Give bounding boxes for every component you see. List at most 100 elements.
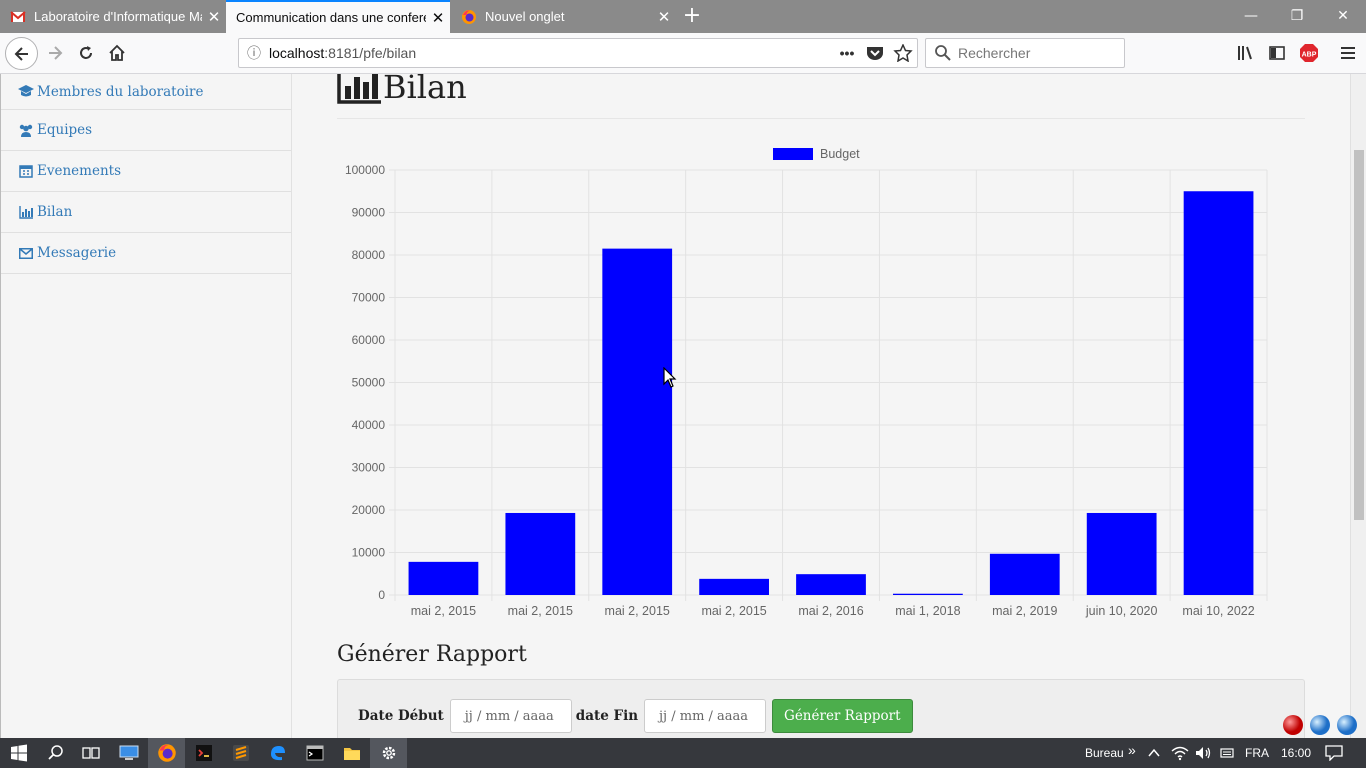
code-editor-icon (195, 745, 212, 761)
language-indicator[interactable]: FRA (1245, 738, 1269, 768)
new-tab-button[interactable]: + (678, 0, 706, 33)
sidebar-item-messagerie[interactable]: Messagerie (1, 233, 291, 274)
restore-button[interactable]: ❐ (1274, 0, 1320, 33)
report-form-panel: Date Début jj / mm / aaaa date Fin jj / … (337, 679, 1305, 738)
back-button[interactable] (5, 37, 38, 70)
minimize-button[interactable]: — (1228, 0, 1274, 33)
edge-icon (270, 746, 285, 761)
bar-chart-icon (337, 74, 381, 104)
bar (1086, 512, 1157, 595)
pocket-icon[interactable] (861, 44, 889, 62)
y-tick-label: 10000 (352, 546, 386, 560)
sidebar-item-label: Membres du laboratoire (37, 83, 204, 100)
legend-label: Budget (820, 147, 860, 161)
adblock-plus-icon[interactable]: ABP (1297, 41, 1321, 65)
start-button[interactable] (0, 738, 37, 768)
scrollbar[interactable] (1350, 74, 1366, 738)
sidebar: Membres du laboratoire Equipes Evenement… (0, 74, 292, 738)
library-icon[interactable] (1233, 41, 1257, 65)
page-actions-icon[interactable]: ••• (833, 45, 861, 61)
windows-icon (10, 744, 27, 762)
reload-button[interactable] (71, 38, 101, 68)
tab-title: Nouvel onglet (485, 9, 565, 24)
menu-icon[interactable] (1336, 41, 1360, 65)
taskbar-app-explorer[interactable] (333, 738, 370, 768)
close-icon[interactable]: ✕ (652, 8, 676, 26)
firefox-icon (157, 744, 176, 762)
wifi-icon[interactable] (1171, 745, 1189, 761)
y-tick-label: 60000 (352, 333, 386, 347)
y-tick-label: 80000 (352, 248, 386, 262)
home-button[interactable] (102, 38, 132, 68)
url-bar[interactable]: ⓘ localhost :8181/pfe/bilan ••• (238, 38, 918, 68)
chevron-up-icon[interactable] (1147, 746, 1161, 760)
close-window-button[interactable]: ✕ (1320, 0, 1366, 33)
tab-gmail[interactable]: Laboratoire d'Informatique Ma ✕ (0, 0, 226, 33)
taskbar: Bureau » FRA 16:00 (0, 738, 1366, 768)
firefox-icon (462, 9, 476, 24)
close-icon[interactable]: ✕ (426, 9, 450, 27)
divider (337, 118, 1305, 119)
scrollbar-thumb[interactable] (1354, 150, 1364, 520)
taskbar-app-firefox[interactable] (148, 738, 185, 768)
sidebar-item-membres[interactable]: Membres du laboratoire (1, 74, 291, 110)
sidebar-item-label: Messagerie (37, 245, 117, 261)
tab-title: Communication dans une conferen (236, 10, 426, 25)
taskbar-app-terminal[interactable] (296, 738, 333, 768)
clock[interactable]: 16:00 (1281, 738, 1311, 768)
end-date-input[interactable]: jj / mm / aaaa (644, 699, 767, 733)
generate-report-button[interactable]: Générer Rapport (772, 699, 913, 733)
volume-icon[interactable] (1195, 745, 1213, 761)
search-taskbar-button[interactable] (37, 738, 74, 768)
bookmark-star-icon[interactable] (889, 44, 917, 62)
sidebar-item-equipes[interactable]: Equipes (1, 110, 291, 151)
y-tick-label: 30000 (352, 461, 386, 475)
chevron-right-icon[interactable]: » (1128, 738, 1136, 768)
end-date-label: date Fin (575, 708, 639, 724)
bar (796, 574, 866, 595)
end-date-placeholder: jj / mm / aaaa (659, 708, 749, 724)
bar (408, 561, 479, 595)
x-tick-label: mai 2, 2015 (508, 604, 573, 618)
x-tick-label: mai 2, 2015 (701, 604, 766, 618)
start-date-input[interactable]: jj / mm / aaaa (449, 699, 572, 733)
bar (893, 593, 963, 595)
task-view-button[interactable] (72, 738, 109, 768)
url-host: localhost (269, 45, 325, 61)
x-tick-label: mai 10, 2022 (1182, 604, 1254, 618)
y-tick-label: 90000 (352, 206, 386, 220)
taskbar-app-desktop[interactable] (110, 738, 147, 768)
taskbar-app-edge[interactable] (259, 738, 296, 768)
budget-chart: 0 10000 20000 30000 40000 50000 60000 70000 8000… (337, 140, 1305, 630)
sidebar-toggle-icon[interactable] (1265, 41, 1289, 65)
notification-icon[interactable] (1325, 745, 1343, 761)
bar (602, 248, 673, 595)
blue-orb-icon (1310, 715, 1330, 735)
info-icon[interactable]: ⓘ (239, 43, 269, 63)
start-date-label: Date Début (358, 708, 444, 724)
taskbar-app-editor[interactable] (185, 738, 222, 768)
gear-icon (382, 746, 395, 760)
y-tick-label: 40000 (352, 418, 386, 432)
tab-new[interactable]: Nouvel onglet ✕ (451, 0, 676, 33)
reload-icon (80, 46, 92, 59)
taskbar-app-sublime[interactable] (222, 738, 259, 768)
search-bar[interactable]: Rechercher (925, 38, 1125, 68)
close-icon[interactable]: ✕ (202, 8, 226, 26)
sidebar-item-label: Evenements (37, 163, 121, 179)
blue-orb-icon (1337, 715, 1357, 735)
desktop-toolbar-label[interactable]: Bureau (1085, 738, 1124, 768)
page-title-text: Bilan (383, 74, 467, 106)
forward-button[interactable] (40, 38, 70, 68)
sublime-text-icon (232, 745, 249, 761)
keyboard-icon[interactable] (1220, 746, 1234, 760)
y-tick-label: 50000 (352, 376, 386, 390)
sidebar-item-evenements[interactable]: Evenements (1, 151, 291, 192)
tab-communication[interactable]: Communication dans une conferen ✕ (226, 0, 450, 33)
taskbar-app-settings[interactable] (370, 738, 407, 768)
start-date-placeholder: jj / mm / aaaa (464, 708, 554, 724)
bar (699, 578, 769, 595)
sidebar-item-label: Bilan (37, 204, 73, 220)
calendar-icon (17, 164, 35, 178)
sidebar-item-bilan[interactable]: Bilan (1, 192, 291, 233)
